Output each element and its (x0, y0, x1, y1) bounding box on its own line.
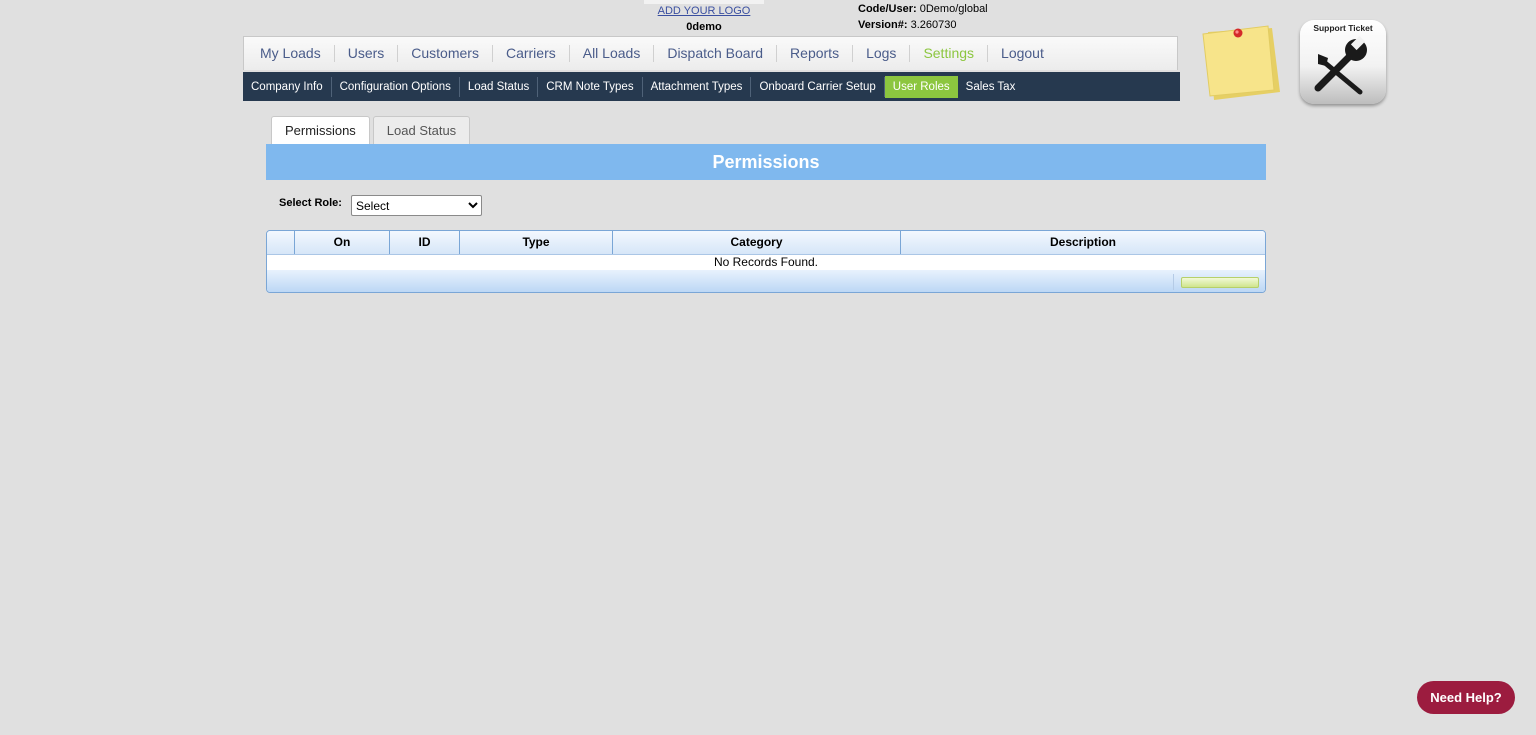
subnav-company-info[interactable]: Company Info (243, 76, 332, 97)
wrench-icon (1314, 35, 1367, 95)
tab-bar: Permissions Load Status (271, 116, 473, 146)
nav-settings[interactable]: Settings (910, 45, 989, 62)
code-user-label: Code/User: (858, 3, 917, 15)
subnav-attachment-types[interactable]: Attachment Types (643, 76, 752, 97)
footer-divider (1173, 274, 1174, 290)
tab-permissions[interactable]: Permissions (271, 116, 370, 146)
support-ticket-button[interactable]: Support Ticket (1300, 20, 1386, 104)
subnav-sales-tax[interactable]: Sales Tax (958, 77, 1024, 97)
nav-customers[interactable]: Customers (398, 45, 493, 62)
grid-footer (267, 270, 1265, 292)
grid-col-category[interactable]: Category (613, 231, 901, 254)
need-help-button[interactable]: Need Help? (1417, 681, 1515, 714)
subnav-load-status[interactable]: Load Status (460, 76, 539, 97)
version-value: 3.260730 (910, 19, 957, 31)
company-name: 0demo (686, 21, 722, 33)
grid-col-id[interactable]: ID (390, 231, 460, 254)
select-role-label: Select Role: (279, 197, 342, 209)
code-user-value: 0Demo/global (919, 3, 988, 15)
grid-col-type[interactable]: Type (460, 231, 613, 254)
role-select[interactable]: Select (351, 195, 482, 216)
permissions-grid: On ID Type Category Description No Recor… (266, 230, 1266, 293)
code-user-info: Code/User: 0Demo/global (858, 3, 988, 15)
grid-col-description[interactable]: Description (901, 231, 1265, 254)
grid-empty-message: No Records Found. (267, 255, 1265, 271)
nav-dispatch-board[interactable]: Dispatch Board (654, 45, 778, 62)
tab-load-status[interactable]: Load Status (372, 116, 471, 144)
nav-all-loads[interactable]: All Loads (570, 45, 655, 62)
logo-placeholder (644, 0, 764, 4)
settings-subnav: Company Info Configuration Options Load … (243, 72, 1180, 101)
nav-reports[interactable]: Reports (777, 45, 854, 62)
subnav-configuration-options[interactable]: Configuration Options (332, 76, 460, 97)
version-info: Version#: 3.260730 (858, 19, 956, 31)
support-ticket-label: Support Ticket (1313, 23, 1373, 33)
section-title: Permissions (266, 144, 1266, 180)
sticky-note-icon[interactable] (1200, 22, 1282, 104)
nav-carriers[interactable]: Carriers (493, 45, 570, 62)
subnav-crm-note-types[interactable]: CRM Note Types (538, 76, 643, 97)
add-logo-link[interactable]: ADD YOUR LOGO (644, 5, 764, 17)
nav-users[interactable]: Users (335, 45, 399, 62)
subnav-user-roles[interactable]: User Roles (884, 75, 958, 98)
grid-col-on[interactable]: On (295, 231, 390, 254)
nav-logout[interactable]: Logout (988, 45, 1057, 62)
version-label: Version#: (858, 19, 908, 31)
grid-header: On ID Type Category Description (267, 231, 1265, 255)
nav-logs[interactable]: Logs (853, 45, 911, 62)
subnav-onboard-carrier-setup[interactable]: Onboard Carrier Setup (751, 76, 885, 97)
nav-my-loads[interactable]: My Loads (247, 45, 335, 62)
grid-footer-button[interactable] (1181, 277, 1259, 288)
grid-col-select[interactable] (267, 231, 295, 254)
main-nav: My Loads Users Customers Carriers All Lo… (243, 36, 1178, 70)
